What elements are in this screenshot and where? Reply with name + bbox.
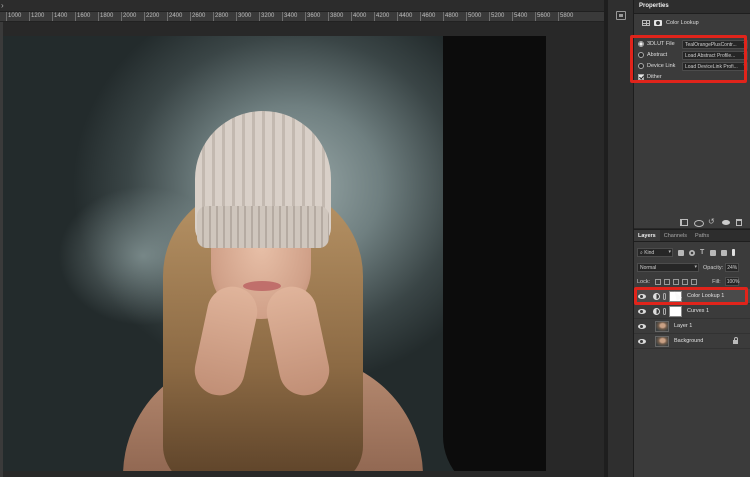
opacity-label: Opacity: bbox=[703, 264, 724, 271]
layer-thumbnail[interactable] bbox=[655, 335, 669, 347]
ruler-label: 3800 bbox=[330, 13, 344, 19]
ruler-label: 3200 bbox=[261, 13, 275, 19]
fill-input[interactable]: 100% bbox=[724, 277, 740, 286]
properties-title: Properties bbox=[639, 3, 669, 9]
lock-artboard-icon[interactable] bbox=[682, 278, 689, 285]
ruler-label: 2200 bbox=[146, 13, 160, 19]
ruler-label: 5000 bbox=[468, 13, 482, 19]
layers-tab-bar: Layers Channels Paths bbox=[634, 230, 750, 242]
filter-kind-value: Kind bbox=[644, 250, 655, 256]
ruler-label: 1000 bbox=[8, 13, 22, 19]
lock-transparent-icon[interactable] bbox=[655, 278, 662, 285]
ruler-label: 4200 bbox=[376, 13, 390, 19]
fill-label: Fill: bbox=[712, 278, 721, 285]
ruler-label: 1200 bbox=[31, 13, 45, 19]
layer-name[interactable]: Layer 1 bbox=[674, 323, 692, 329]
filter-shape-icon[interactable] bbox=[710, 249, 716, 256]
reset-icon[interactable] bbox=[708, 217, 716, 226]
ruler-label: 5400 bbox=[514, 13, 528, 19]
adjustment-grid-icon bbox=[642, 20, 650, 26]
layer-row-background[interactable]: Background bbox=[634, 334, 750, 349]
fill-group: Fill: 100% bbox=[712, 277, 740, 286]
properties-panel-icon[interactable] bbox=[616, 11, 626, 20]
tab-paths[interactable]: Paths bbox=[691, 230, 713, 241]
filter-pixel-icon[interactable] bbox=[678, 249, 684, 256]
filter-toggle[interactable] bbox=[732, 249, 735, 256]
horizontal-ruler: 1000 1200 1400 1600 1800 2000 2200 2400 2600 2800… bbox=[0, 12, 604, 22]
layer-mask-icon[interactable] bbox=[654, 20, 662, 26]
lock-image-icon[interactable] bbox=[664, 278, 671, 285]
properties-subtitle: Color Lookup bbox=[666, 20, 699, 26]
highlight-box-selected-layer bbox=[634, 287, 748, 305]
lock-icon bbox=[733, 337, 738, 344]
chevron-right-icon[interactable]: › bbox=[1, 1, 4, 10]
clip-to-layer-icon[interactable] bbox=[680, 218, 688, 226]
link-chain-icon[interactable] bbox=[663, 307, 666, 315]
document-tab-bar: › bbox=[0, 0, 604, 12]
filter-kind-dropdown[interactable]: ⌕ Kind bbox=[637, 248, 673, 257]
document-image[interactable] bbox=[3, 36, 546, 471]
ruler-label: 5200 bbox=[491, 13, 505, 19]
ruler-label: 2800 bbox=[215, 13, 229, 19]
subject-lips bbox=[243, 281, 281, 291]
lock-fill-row: Lock: Fill: 100% bbox=[637, 277, 749, 286]
visibility-eye-icon[interactable] bbox=[638, 338, 646, 344]
layer-row-curves[interactable]: Curves 1 bbox=[634, 304, 750, 319]
layer-row-layer-1[interactable]: Layer 1 bbox=[634, 319, 750, 334]
highlight-box-lut-options bbox=[630, 35, 747, 83]
ruler-label: 2600 bbox=[192, 13, 206, 19]
visibility-eye-icon[interactable] bbox=[638, 308, 646, 314]
ruler-label: 3000 bbox=[238, 13, 252, 19]
ruler-label: 2400 bbox=[169, 13, 183, 19]
view-previous-state-icon[interactable] bbox=[694, 219, 704, 227]
trash-icon[interactable] bbox=[736, 218, 742, 226]
ruler-label: 1600 bbox=[77, 13, 91, 19]
blend-mode-dropdown[interactable]: Normal bbox=[637, 263, 699, 272]
filter-type-icon[interactable]: T bbox=[700, 249, 705, 256]
blend-opacity-row: Normal Opacity: 24% bbox=[637, 263, 749, 272]
properties-footer-toolbar bbox=[634, 216, 750, 228]
ruler-label: 5800 bbox=[560, 13, 574, 19]
filter-smart-object-icon[interactable] bbox=[721, 249, 727, 256]
ruler-label: 5600 bbox=[537, 13, 551, 19]
opacity-input[interactable]: 24% bbox=[725, 263, 740, 272]
visibility-eye-icon[interactable] bbox=[638, 323, 646, 329]
layer-name[interactable]: Curves 1 bbox=[687, 308, 709, 314]
tab-channels[interactable]: Channels bbox=[660, 230, 691, 241]
ruler-label: 4800 bbox=[445, 13, 459, 19]
layers-panel: Layers Channels Paths ⌕ Kind T Normal Op… bbox=[634, 229, 750, 477]
ruler-label: 4400 bbox=[399, 13, 413, 19]
layer-filter-row: ⌕ Kind T bbox=[637, 248, 747, 257]
subject-beanie-brim bbox=[197, 206, 329, 248]
lock-label: Lock: bbox=[637, 278, 651, 285]
ruler-label: 2000 bbox=[123, 13, 137, 19]
adjustment-layer-icon bbox=[653, 307, 660, 315]
ruler-label: 1400 bbox=[54, 13, 68, 19]
ruler-label: 4600 bbox=[422, 13, 436, 19]
properties-subheader: Color Lookup bbox=[634, 14, 750, 28]
layer-thumbnail[interactable] bbox=[655, 320, 669, 332]
ruler-label: 3400 bbox=[284, 13, 298, 19]
toggle-visibility-icon[interactable] bbox=[722, 219, 730, 226]
ruler-label: 1800 bbox=[100, 13, 114, 19]
layer-name[interactable]: Background bbox=[674, 338, 703, 344]
search-icon: ⌕ bbox=[640, 250, 643, 256]
lock-position-icon[interactable] bbox=[673, 278, 680, 285]
lock-all-icon[interactable] bbox=[691, 278, 698, 285]
tab-layers[interactable]: Layers bbox=[634, 230, 660, 241]
properties-header: Properties bbox=[634, 0, 750, 14]
layer-mask-thumbnail[interactable] bbox=[669, 305, 682, 317]
filter-adjustment-icon[interactable] bbox=[689, 249, 695, 256]
backdrop-curtain bbox=[443, 36, 546, 471]
ruler-label: 3600 bbox=[307, 13, 321, 19]
ruler-label: 4000 bbox=[353, 13, 367, 19]
